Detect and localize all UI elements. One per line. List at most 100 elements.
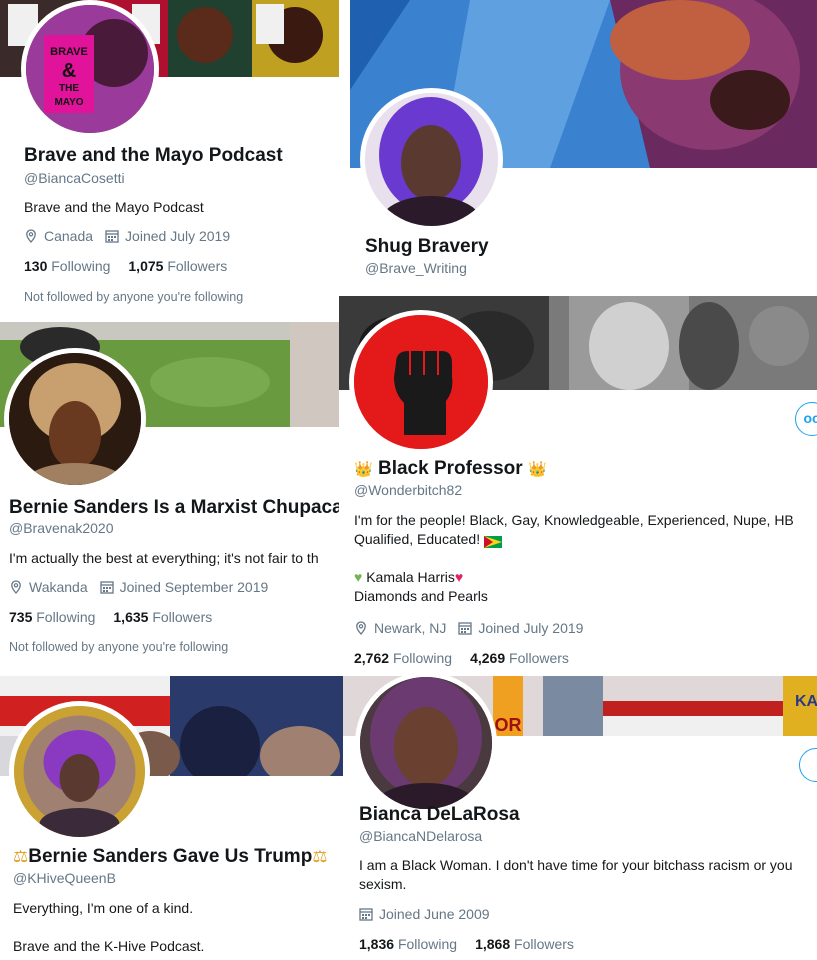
profile-bio: Everything, I'm one of a kind. Brave and… <box>13 899 204 956</box>
bio-line: I am a Black Woman. I don't have time fo… <box>359 857 793 873</box>
location-text: Wakanda <box>29 579 88 595</box>
joined-date: Joined July 2019 <box>478 620 584 636</box>
followers-count: 4,269 <box>470 650 506 666</box>
user-handle[interactable]: @Wonderbitch82 <box>354 482 462 498</box>
following-count: 1,836 <box>359 936 395 952</box>
bio-line: Brave and the K-Hive Podcast. <box>13 938 205 954</box>
profile-meta: Newark, NJ Joined July 2019 <box>354 620 583 636</box>
calendar-icon <box>458 621 473 635</box>
location-pin-icon <box>354 621 368 635</box>
avatar[interactable] <box>4 348 146 490</box>
followers-count: 1,075 <box>128 258 164 274</box>
calendar-icon <box>359 907 373 921</box>
red-heart-icon: ♥ <box>454 569 464 585</box>
banner-sign-text: KA HA <box>795 693 817 710</box>
profile-bio: I'm for the people! Black, Gay, Knowledg… <box>354 511 817 606</box>
crown-icon: 👑 <box>354 461 373 478</box>
display-name[interactable]: Bianca DeLaRosa <box>359 804 520 826</box>
profile-bio: Brave and the Mayo Podcast <box>24 199 204 215</box>
location-text: Canada <box>44 228 94 244</box>
joined-date: Joined June 2009 <box>379 906 490 922</box>
banner-sign-text: OR <box>495 715 522 735</box>
following-count: 735 <box>9 609 33 625</box>
bio-line: ♥ Kamala Harris♥ <box>354 568 817 587</box>
joined-date: Joined July 2019 <box>125 228 231 244</box>
svg-text:THE: THE <box>59 83 79 94</box>
following-label: Following <box>392 650 453 666</box>
bio-line: Qualified, Educated! <box>354 530 817 549</box>
followed-by-note: Not followed by anyone you're following <box>24 290 244 304</box>
follow-stats: 735 Following 1,635 Followers <box>9 609 212 625</box>
user-handle[interactable]: @BiancaNDelarosa <box>359 828 482 844</box>
follow-stats: 1,836 Following 1,868 Followers <box>359 936 574 952</box>
profile-card-shug-bravery[interactable]: Shug Bravery @Brave_Writing <box>350 0 817 296</box>
calendar-icon <box>99 580 114 594</box>
avatar[interactable]: BRAVE & THE MAYO <box>21 0 159 138</box>
svg-text:&: & <box>62 60 76 82</box>
following-count: 2,762 <box>354 650 390 666</box>
following-count-link[interactable]: 735 Following <box>9 609 95 625</box>
profile-card-black-professor[interactable]: oo 👑 Black Professor 👑 @Wonderbitch82 I'… <box>339 296 817 676</box>
display-name-text: Bernie Sanders Gave Us Trump <box>28 846 313 867</box>
followers-count-link[interactable]: 1,635 Followers <box>113 609 212 625</box>
display-name-text: Black Professor <box>377 458 523 479</box>
followers-label: Followers <box>509 650 569 666</box>
profile-meta: Joined June 2009 <box>359 906 490 922</box>
following-count: 130 <box>24 258 48 274</box>
followers-label: Followers <box>167 258 228 274</box>
location-text: Newark, NJ <box>374 620 447 636</box>
profile-bio: I am a Black Woman. I don't have time fo… <box>359 856 792 894</box>
followers-count: 1,635 <box>113 609 149 625</box>
following-label: Following <box>36 609 96 625</box>
profile-meta: Canada Joined July 2019 <box>24 228 230 244</box>
following-count-link[interactable]: 2,762 Following <box>354 650 452 666</box>
bio-line-text: Qualified, Educated! <box>354 531 481 547</box>
following-count-link[interactable]: 1,836 Following <box>359 936 457 952</box>
user-handle[interactable]: @BiancaCosetti <box>24 170 125 186</box>
calendar-icon <box>105 229 119 243</box>
scales-icon: ⚖ <box>312 847 328 866</box>
avatar[interactable] <box>9 701 150 842</box>
profile-card-brave-mayo[interactable]: BRAVE & THE MAYO Brave and the Mayo Podc… <box>0 0 339 322</box>
following-label: Following <box>397 936 458 952</box>
green-heart-icon: ♥ <box>354 569 363 585</box>
followers-count-link[interactable]: 1,868 Followers <box>475 936 574 952</box>
profile-meta: Wakanda Joined September 2019 <box>9 579 268 595</box>
bio-line-text: Kamala Harris <box>366 569 455 585</box>
avatar[interactable] <box>360 88 503 231</box>
bio-line: sexism. <box>359 876 407 892</box>
display-name[interactable]: 👑 Black Professor 👑 <box>354 458 547 480</box>
followed-by-note: Not followed by anyone you're following <box>9 640 229 654</box>
followers-count-link[interactable]: 4,269 Followers <box>470 650 569 666</box>
user-handle[interactable]: @Brave_Writing <box>365 260 467 276</box>
scales-icon: ⚖ <box>13 847 29 866</box>
follow-stats: 130 Following 1,075 Followers <box>24 258 227 274</box>
location-pin-icon <box>9 580 23 594</box>
profile-card-bravenak[interactable]: Bernie Sanders Is a Marxist Chupacab @Br… <box>0 322 339 676</box>
following-count-link[interactable]: 130 Following <box>24 258 110 274</box>
display-name[interactable]: Shug Bravery <box>365 236 489 258</box>
bio-line: Diamonds and Pearls <box>354 588 488 604</box>
followers-label: Followers <box>152 609 213 625</box>
crown-icon: 👑 <box>527 461 547 478</box>
user-handle[interactable]: @KHiveQueenB <box>13 870 116 886</box>
user-handle[interactable]: @Bravenak2020 <box>9 520 114 536</box>
guyana-flag-icon <box>483 534 502 549</box>
display-name[interactable]: Bernie Sanders Is a Marxist Chupacab <box>9 497 339 519</box>
bio-line: I'm for the people! Black, Gay, Knowledg… <box>354 512 794 528</box>
profile-card-bianca-delarosa[interactable]: OR KA HA Bianca DeLaRosa @BiancaNDelaros… <box>343 676 817 960</box>
avatar[interactable] <box>349 310 493 454</box>
profile-bio: I'm actually the best at everything; it'… <box>9 550 319 566</box>
followers-label: Followers <box>514 936 574 952</box>
more-options-button[interactable]: oo <box>795 402 817 436</box>
followers-count: 1,868 <box>475 936 511 952</box>
display-name[interactable]: Brave and the Mayo Podcast <box>24 145 283 167</box>
joined-date: Joined September 2019 <box>119 579 269 595</box>
more-options-button[interactable] <box>799 748 817 782</box>
avatar[interactable] <box>355 676 497 814</box>
followers-count-link[interactable]: 1,075 Followers <box>128 258 227 274</box>
svg-text:MAYO: MAYO <box>54 97 83 108</box>
profile-card-khivequeenb[interactable]: ⚖Bernie Sanders Gave Us Trump⚖ @KHiveQue… <box>0 676 343 960</box>
bio-line: Everything, I'm one of a kind. <box>13 900 194 916</box>
display-name[interactable]: ⚖Bernie Sanders Gave Us Trump⚖ <box>13 846 328 868</box>
